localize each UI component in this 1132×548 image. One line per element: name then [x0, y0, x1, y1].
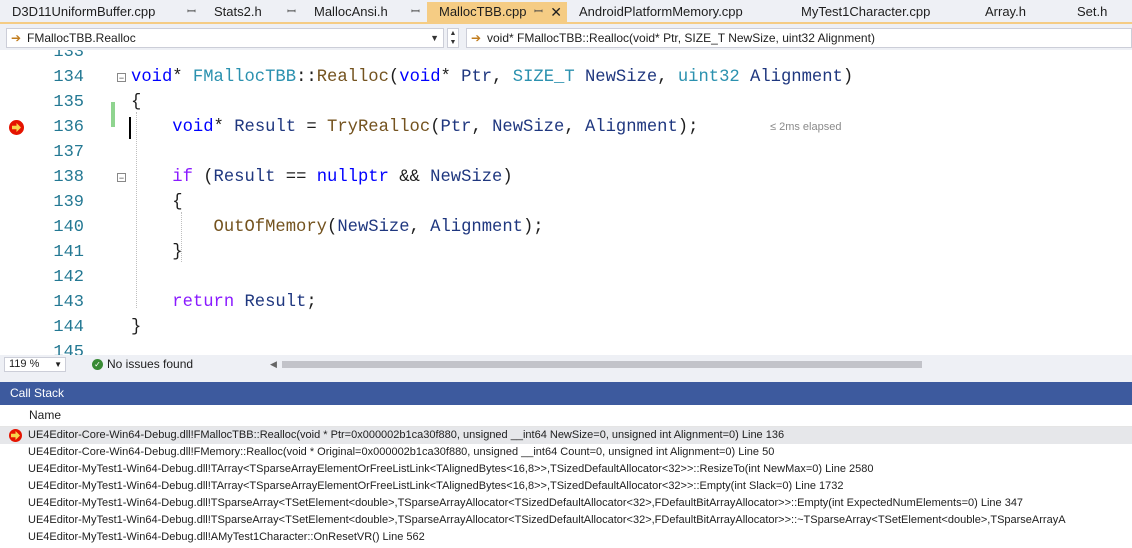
member-value: void* FMallocTBB::Realloc(void* Ptr, SIZ… [487, 31, 875, 45]
zoom-dropdown[interactable]: 119 % ▼ [4, 357, 66, 372]
line-number: 139 [53, 193, 84, 212]
column-header-name[interactable]: Name [0, 405, 1132, 427]
pin-icon[interactable]: ꟷ [411, 2, 420, 22]
call-stack-list: UE4Editor-Core-Win64-Debug.dll!FMallocTB… [0, 427, 1132, 548]
dropdown-icon[interactable]: ▼ [54, 358, 62, 371]
scroll-left-icon[interactable]: ◀ [270, 359, 277, 370]
tab-label: Set.h [1077, 4, 1108, 19]
code-text: } [131, 318, 142, 337]
frame-text: UE4Editor-MyTest1-Win64-Debug.dll!TArray… [28, 463, 874, 475]
code-line: 135 { [0, 90, 1132, 115]
call-stack-row[interactable]: UE4Editor-MyTest1-Win64-Debug.dll!TArray… [0, 478, 1132, 495]
pin-icon[interactable]: ꟷ [534, 2, 543, 22]
tab-mytest1character[interactable]: MyTest1Character.cpp [789, 2, 973, 22]
line-number: 136 [53, 118, 84, 137]
code-text: return Result; [172, 293, 317, 312]
member-dropdown[interactable]: ➔ void* FMallocTBB::Realloc(void* Ptr, S… [466, 28, 1132, 48]
line-number: 138 [53, 168, 84, 187]
ok-check-icon: ✓ [92, 359, 103, 370]
tab-stats2[interactable]: Stats2.h ꟷ [202, 2, 302, 22]
code-line: 144 } [0, 315, 1132, 340]
tab-d3d11uniformbuffer[interactable]: D3D11UniformBuffer.cpp ꟷ [0, 2, 202, 22]
tab-label: MyTest1Character.cpp [801, 4, 931, 19]
tab-label: MallocAnsi.h [314, 4, 388, 19]
editor-status-bar: 119 % ▼ ✓ No issues found ◀ [0, 355, 1132, 374]
fold-icon[interactable]: − [117, 73, 126, 83]
code-line: 133 [0, 50, 1132, 65]
tab-label: D3D11UniformBuffer.cpp [12, 4, 156, 19]
frame-text: UE4Editor-MyTest1-Win64-Debug.dll!TArray… [28, 480, 844, 492]
code-line: 139 { [0, 190, 1132, 215]
call-stack-row[interactable]: UE4Editor-MyTest1-Win64-Debug.dll!TArray… [0, 461, 1132, 478]
tab-label: Stats2.h [214, 4, 262, 19]
line-number: 135 [53, 93, 84, 112]
line-number: 142 [53, 268, 84, 287]
line-number: 140 [53, 218, 84, 237]
arrow-icon: ➔ [11, 31, 22, 45]
split-spinner[interactable]: ▲ ▼ [447, 28, 459, 48]
tab-mallocansi[interactable]: MallocAnsi.h ꟷ [302, 2, 426, 22]
code-text: void* FMallocTBB::Realloc(void* Ptr, SIZ… [131, 68, 854, 87]
dropdown-icon[interactable]: ▼ [430, 29, 439, 47]
code-text: if (Result == nullptr && NewSize) [172, 168, 513, 187]
code-line: 145 [0, 340, 1132, 355]
code-text: OutOfMemory(NewSize, Alignment); [213, 218, 544, 237]
arrow-icon: ➔ [471, 31, 482, 45]
tab-label: Array.h [985, 4, 1026, 19]
frame-text: UE4Editor-MyTest1-Win64-Debug.dll!AMyTes… [28, 531, 425, 543]
line-number: 141 [53, 243, 84, 262]
scope-value: FMallocTBB.Realloc [27, 31, 136, 45]
code-line: 134 − void* FMallocTBB::Realloc(void* Pt… [0, 65, 1132, 90]
navigation-bar: ➔ FMallocTBB.Realloc ▼ ▲ ▼ ➔ void* FMallo… [0, 26, 1132, 50]
line-number: 143 [53, 293, 84, 312]
code-text: { [131, 93, 142, 112]
line-number: 133 [53, 50, 84, 62]
code-text: void* Result = TryRealloc(Ptr, NewSize, … [172, 118, 699, 137]
scope-dropdown[interactable]: ➔ FMallocTBB.Realloc ▼ [6, 28, 444, 48]
frame-text: UE4Editor-MyTest1-Win64-Debug.dll!TSpars… [28, 514, 1066, 526]
line-number: 137 [53, 143, 84, 162]
panel-splitter[interactable] [0, 374, 1132, 382]
perf-tip[interactable]: ≤ 2ms elapsed [770, 115, 841, 140]
code-line: 140 OutOfMemory(NewSize, Alignment); [0, 215, 1132, 240]
call-stack-title: Call Stack [0, 382, 1132, 405]
breakpoint-current-icon [9, 429, 22, 442]
tab-androidplatformmemory[interactable]: AndroidPlatformMemory.cpp [567, 2, 789, 22]
frame-text: UE4Editor-Core-Win64-Debug.dll!FMallocTB… [28, 429, 785, 441]
call-stack-row[interactable]: UE4Editor-MyTest1-Win64-Debug.dll!AMyTes… [0, 529, 1132, 546]
tab-label: AndroidPlatformMemory.cpp [579, 4, 743, 19]
horizontal-scrollbar[interactable] [282, 361, 922, 368]
call-stack-row[interactable]: UE4Editor-Core-Win64-Debug.dll!FMemory::… [0, 444, 1132, 461]
call-stack-row[interactable]: UE4Editor-MyTest1-Win64-Debug.dll!TSpars… [0, 495, 1132, 512]
zoom-value: 119 % [9, 358, 40, 370]
code-text: { [172, 193, 183, 212]
tab-set[interactable]: Set.h [1065, 2, 1132, 22]
issues-status[interactable]: No issues found [107, 357, 193, 372]
code-line: 141 } [0, 240, 1132, 265]
code-line: 143 return Result; [0, 290, 1132, 315]
code-line: 138 − if (Result == nullptr && NewSize) [0, 165, 1132, 190]
frame-text: UE4Editor-Core-Win64-Debug.dll!FMemory::… [28, 446, 775, 458]
line-number: 134 [53, 68, 84, 87]
code-editor[interactable]: 133 134 − void* FMallocTBB::Realloc(void… [0, 50, 1132, 355]
code-line-current: 136 void* Result = TryRealloc(Ptr, NewSi… [0, 115, 1132, 140]
close-icon[interactable]: ✕ [550, 2, 562, 22]
frame-text: UE4Editor-MyTest1-Win64-Debug.dll!TSpars… [28, 497, 1024, 509]
code-text: } [172, 243, 183, 262]
pin-icon[interactable]: ꟷ [287, 2, 296, 22]
breakpoint-current-icon[interactable] [9, 120, 24, 135]
code-line: 142 [0, 265, 1132, 290]
tab-malloctbb[interactable]: MallocTBB.cpp ꟷ ✕ [427, 2, 567, 24]
tab-array[interactable]: Array.h [973, 2, 1065, 22]
document-tab-strip: D3D11UniformBuffer.cpp ꟷ Stats2.h ꟷ Mall… [0, 0, 1132, 24]
call-stack-row[interactable]: UE4Editor-Core-Win64-Debug.dll!FMallocTB… [0, 427, 1132, 444]
tab-label: MallocTBB.cpp [439, 4, 527, 19]
line-number: 145 [53, 343, 84, 355]
line-number: 144 [53, 318, 84, 337]
fold-icon[interactable]: − [117, 173, 126, 183]
code-line: 137 [0, 140, 1132, 165]
pin-icon[interactable]: ꟷ [187, 2, 196, 22]
call-stack-row[interactable]: UE4Editor-MyTest1-Win64-Debug.dll!TSpars… [0, 512, 1132, 529]
